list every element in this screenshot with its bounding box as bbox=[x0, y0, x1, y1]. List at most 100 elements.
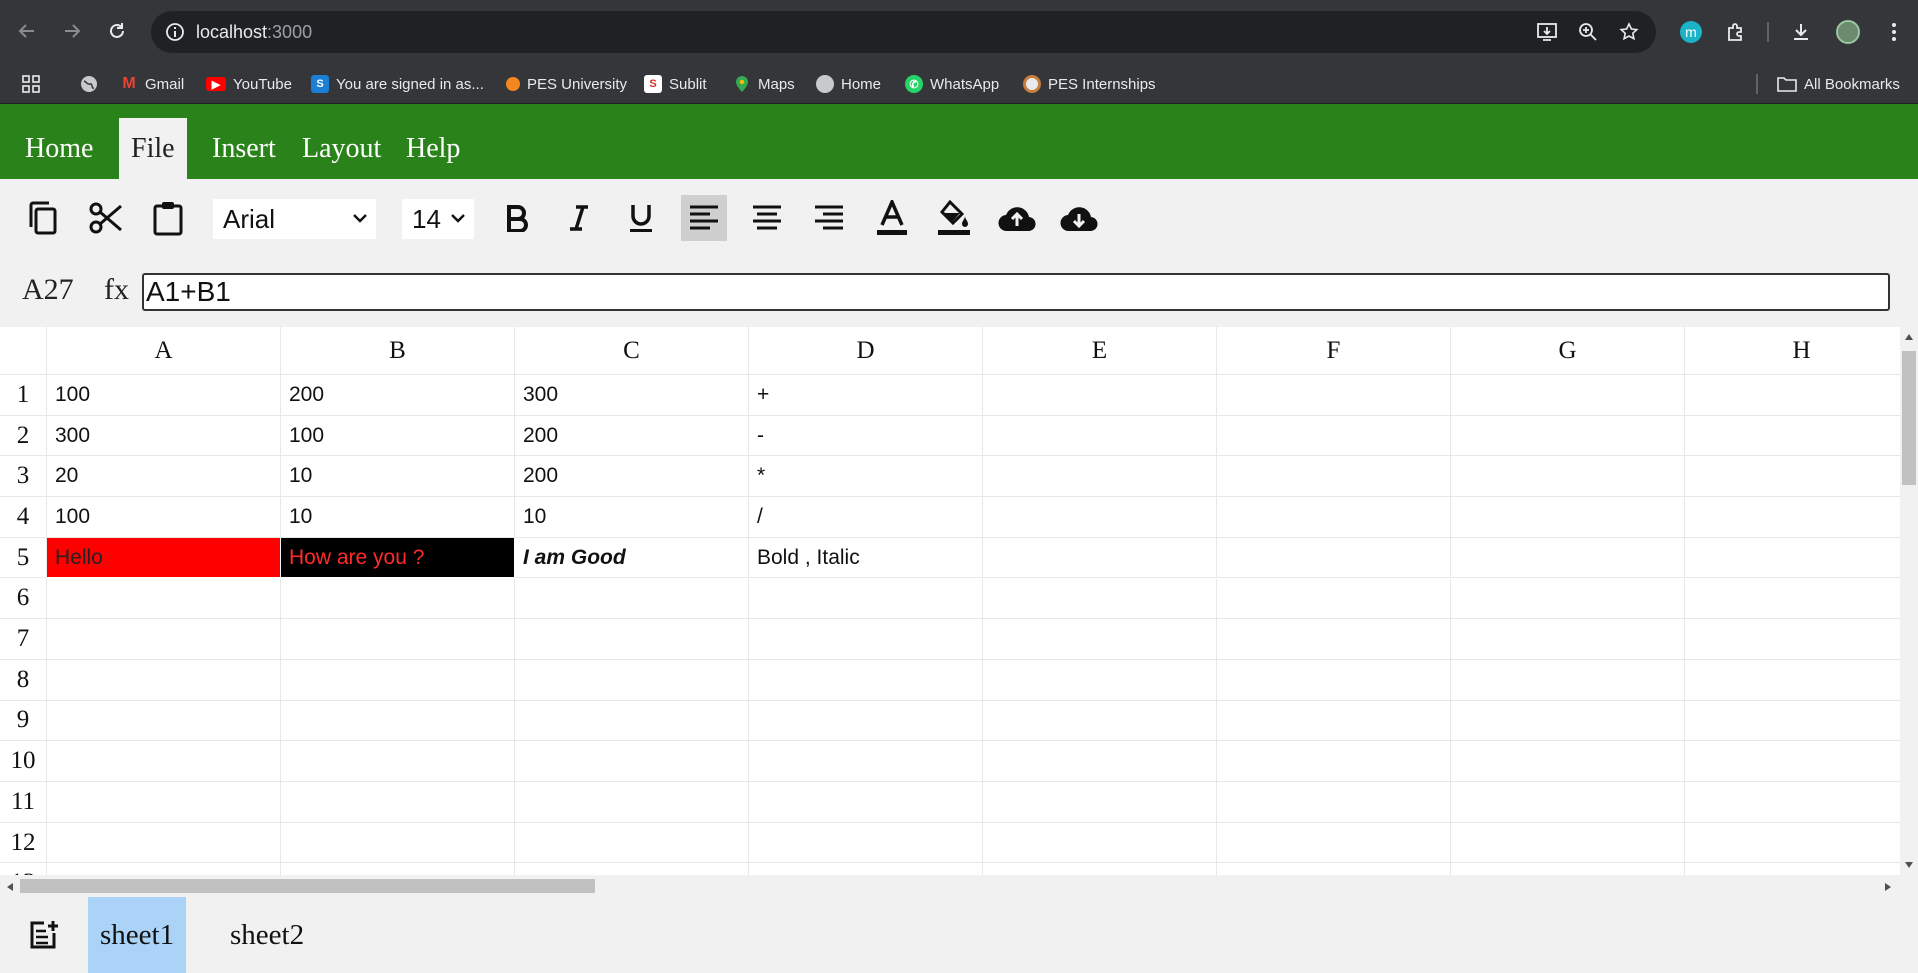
scroll-up-icon[interactable] bbox=[1904, 333, 1914, 341]
bookmark-pes-university[interactable]: PES University bbox=[506, 73, 627, 95]
cell-d2[interactable]: - bbox=[749, 415, 983, 457]
align-right-icon[interactable] bbox=[806, 195, 852, 241]
back-button[interactable] bbox=[10, 14, 44, 48]
cell-b12[interactable] bbox=[281, 822, 515, 864]
cell-c8[interactable] bbox=[515, 659, 749, 701]
column-header-e[interactable]: E bbox=[983, 327, 1217, 375]
bold-icon[interactable] bbox=[494, 195, 540, 241]
cell-h6[interactable] bbox=[1685, 579, 1900, 620]
copy-icon[interactable] bbox=[20, 195, 66, 241]
cell-d10[interactable] bbox=[749, 741, 983, 782]
cell-h13[interactable] bbox=[1685, 863, 1900, 875]
cell-d4[interactable]: / bbox=[749, 497, 983, 538]
cell-g13[interactable] bbox=[1451, 863, 1685, 875]
row-header[interactable]: 5 bbox=[0, 537, 47, 579]
cell-e5[interactable] bbox=[983, 537, 1217, 579]
cell-g6[interactable] bbox=[1451, 578, 1685, 620]
row-header[interactable]: 8 bbox=[0, 659, 47, 701]
align-center-icon[interactable] bbox=[744, 195, 790, 241]
cell-f4[interactable] bbox=[1217, 497, 1451, 538]
cell-c4[interactable]: 10 bbox=[515, 497, 749, 538]
upload-cloud-icon[interactable] bbox=[994, 195, 1040, 241]
cell-g2[interactable] bbox=[1451, 415, 1685, 457]
row-header[interactable]: 1 bbox=[0, 375, 47, 416]
cell-a4[interactable]: 100 bbox=[47, 497, 281, 538]
sheet-tab-sheet1[interactable]: sheet1 bbox=[88, 897, 187, 973]
column-header-f[interactable]: F bbox=[1217, 327, 1451, 375]
cell-b6[interactable] bbox=[281, 578, 515, 620]
vertical-scrollbar[interactable] bbox=[1900, 327, 1918, 875]
cell-e4[interactable] bbox=[983, 497, 1217, 538]
cell-c5[interactable]: I am Good bbox=[515, 537, 749, 579]
cell-g7[interactable] bbox=[1451, 619, 1685, 660]
bookmark-signed-in[interactable]: S You are signed in as... bbox=[311, 73, 484, 95]
cell-e3[interactable] bbox=[983, 456, 1217, 498]
address-bar[interactable]: localhost:3000 bbox=[151, 11, 1656, 53]
cell-e1[interactable] bbox=[983, 375, 1217, 416]
row-header[interactable]: 7 bbox=[0, 619, 47, 660]
bookmark-whatsapp[interactable]: ✆ WhatsApp bbox=[905, 73, 999, 95]
row-header[interactable]: 3 bbox=[0, 456, 47, 498]
fill-color-icon[interactable] bbox=[931, 195, 977, 241]
cell-e9[interactable] bbox=[983, 700, 1217, 742]
cell-e13[interactable] bbox=[983, 863, 1217, 875]
cell-e10[interactable] bbox=[983, 741, 1217, 782]
cell-a10[interactable] bbox=[47, 741, 281, 782]
cell-a8[interactable] bbox=[47, 659, 281, 701]
cell-e2[interactable] bbox=[983, 415, 1217, 457]
cell-h7[interactable] bbox=[1685, 619, 1900, 660]
cell-f10[interactable] bbox=[1217, 741, 1451, 782]
row-header[interactable]: 10 bbox=[0, 741, 47, 782]
cell-g11[interactable] bbox=[1451, 782, 1685, 823]
sheet-tab-sheet2[interactable]: sheet2 bbox=[218, 897, 316, 973]
row-header[interactable]: 11 bbox=[0, 782, 47, 823]
cell-c12[interactable] bbox=[515, 822, 749, 864]
cell-d9[interactable] bbox=[749, 700, 983, 742]
row-header[interactable]: 12 bbox=[0, 822, 47, 864]
align-left-icon[interactable] bbox=[681, 195, 727, 241]
forward-button[interactable] bbox=[55, 14, 89, 48]
cell-e11[interactable] bbox=[983, 782, 1217, 823]
cell-a12[interactable] bbox=[47, 822, 281, 864]
cell-f3[interactable] bbox=[1217, 456, 1451, 498]
all-bookmarks[interactable]: All Bookmarks bbox=[1777, 73, 1900, 95]
cell-b3[interactable]: 10 bbox=[281, 456, 515, 498]
scroll-down-icon[interactable] bbox=[1904, 861, 1914, 869]
row-header[interactable]: 13 bbox=[0, 863, 47, 875]
cell-b8[interactable] bbox=[281, 659, 515, 701]
reload-button[interactable] bbox=[100, 14, 134, 48]
cell-d3[interactable]: * bbox=[749, 456, 983, 498]
font-size-select[interactable]: 14 bbox=[402, 199, 474, 239]
row-header[interactable]: 9 bbox=[0, 700, 47, 742]
cell-b13[interactable] bbox=[281, 863, 515, 875]
scroll-right-icon[interactable] bbox=[1884, 882, 1892, 892]
cell-a6[interactable] bbox=[47, 578, 281, 620]
row-header[interactable]: 6 bbox=[0, 578, 47, 620]
menu-help[interactable]: Help bbox=[394, 118, 472, 179]
corner-cell[interactable] bbox=[0, 327, 47, 375]
cell-g12[interactable] bbox=[1451, 822, 1685, 864]
cell-g1[interactable] bbox=[1451, 375, 1685, 416]
cell-c13[interactable] bbox=[515, 863, 749, 875]
cell-e6[interactable] bbox=[983, 578, 1217, 620]
column-header-h[interactable]: H bbox=[1685, 327, 1900, 375]
row-header[interactable]: 4 bbox=[0, 497, 47, 538]
cell-b5[interactable]: How are you ? bbox=[281, 537, 515, 579]
cell-f6[interactable] bbox=[1217, 578, 1451, 620]
browser-menu-icon[interactable] bbox=[1880, 18, 1908, 46]
cell-h9[interactable] bbox=[1685, 701, 1900, 742]
cell-h1[interactable] bbox=[1685, 375, 1900, 416]
cell-f9[interactable] bbox=[1217, 700, 1451, 742]
cell-b1[interactable]: 200 bbox=[281, 375, 515, 416]
cell-h5[interactable] bbox=[1685, 538, 1900, 579]
horizontal-scroll-thumb[interactable] bbox=[20, 879, 595, 893]
column-header-c[interactable]: C bbox=[515, 327, 749, 375]
cell-c6[interactable] bbox=[515, 578, 749, 620]
download-cloud-icon[interactable] bbox=[1056, 195, 1102, 241]
cell-b11[interactable] bbox=[281, 782, 515, 823]
bookmark-home[interactable]: Home bbox=[816, 73, 881, 95]
cell-d13[interactable] bbox=[749, 863, 983, 875]
menu-layout[interactable]: Layout bbox=[290, 118, 393, 179]
cell-d5[interactable]: Bold , Italic bbox=[749, 537, 983, 579]
cell-b4[interactable]: 10 bbox=[281, 497, 515, 538]
